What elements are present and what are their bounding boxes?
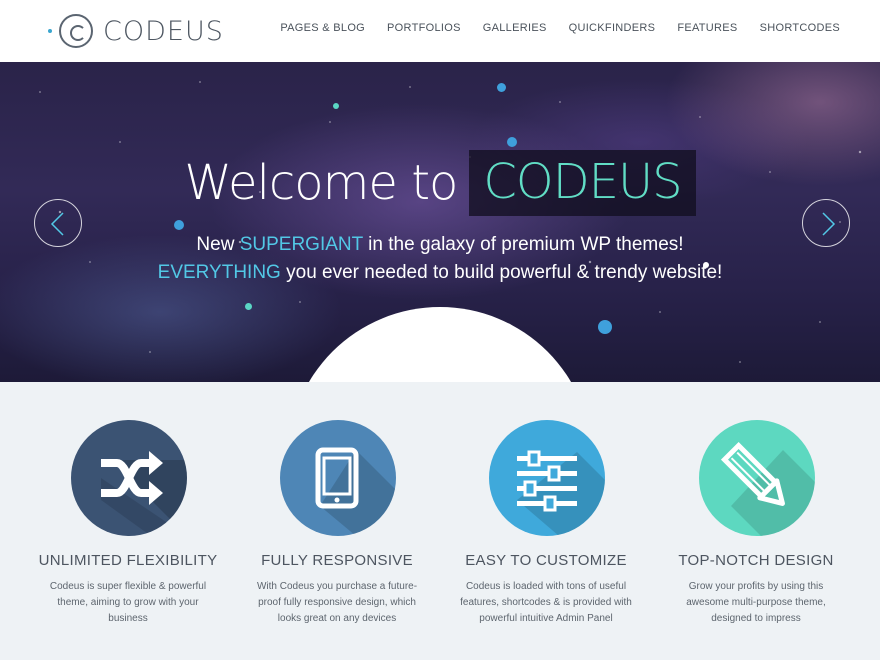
nav-item-features[interactable]: FEATURES xyxy=(677,22,737,34)
chevron-left-icon xyxy=(50,212,64,236)
feature-icon-circle xyxy=(280,420,396,536)
slider-prev-button[interactable] xyxy=(34,199,82,247)
tagline-1-post: in the galaxy of premium WP themes! xyxy=(362,234,684,255)
logo-icon xyxy=(59,14,93,48)
feature-icon-circle xyxy=(699,420,815,536)
hero-tagline-2: EVERYTHING you ever needed to build powe… xyxy=(0,262,880,284)
slider-next-button[interactable] xyxy=(802,199,850,247)
feature-icon-circle xyxy=(489,420,605,536)
feature-title: UNLIMITED FLEXIBILITY xyxy=(38,552,218,569)
decorative-orb xyxy=(174,220,184,230)
decorative-orb xyxy=(245,303,252,310)
feature-description: Grow your profits by using this awesome … xyxy=(686,581,826,624)
hero-tagline-1: New SUPERGIANT in the galaxy of premium … xyxy=(0,234,880,256)
tablet-icon xyxy=(315,447,396,536)
feature-title: TOP-NOTCH DESIGN xyxy=(678,552,834,569)
hero-welcome-text: Welcome to xyxy=(184,155,458,211)
hero-heading: Welcome to CODEUS xyxy=(0,150,880,216)
sliders-icon xyxy=(517,450,605,536)
features-section: UNLIMITED FLEXIBILITY Codeus is super fl… xyxy=(0,382,880,660)
logo[interactable]: CODEUS xyxy=(48,12,224,50)
logo-dot xyxy=(48,29,52,33)
feature-description: With Codeus you purchase a future-proof … xyxy=(256,581,418,624)
nav-item-pages-blog[interactable]: PAGES & BLOG xyxy=(280,22,365,34)
nav-item-quickfinders[interactable]: QUICKFINDERS xyxy=(569,22,656,34)
tagline-1-pre: New xyxy=(196,234,240,255)
nav-item-shortcodes[interactable]: SHORTCODES xyxy=(760,22,840,34)
decorative-orb xyxy=(507,137,517,147)
decorative-orb xyxy=(497,83,506,92)
feature-title: EASY TO CUSTOMIZE xyxy=(465,552,627,569)
decorative-orb xyxy=(333,103,339,109)
feature-description: Codeus is super flexible & powerful them… xyxy=(49,581,207,624)
nav-item-portfolios[interactable]: PORTFOLIOS xyxy=(387,22,461,34)
chevron-right-icon xyxy=(822,212,836,236)
tagline-2-highlight: EVERYTHING xyxy=(157,262,281,283)
shuffle-icon xyxy=(101,451,187,536)
tagline-1-highlight: SUPERGIANT xyxy=(239,234,363,255)
main-nav: PAGES & BLOG PORTFOLIOS GALLERIES QUICKF… xyxy=(258,22,840,34)
pencil-icon xyxy=(720,441,815,536)
logo-text: CODEUS xyxy=(103,15,224,47)
tagline-2-post: you ever needed to build powerful & tren… xyxy=(280,262,723,283)
decorative-orb xyxy=(598,320,612,334)
feature-icon-circle xyxy=(71,420,187,536)
site-header: CODEUS PAGES & BLOG PORTFOLIOS GALLERIES… xyxy=(0,0,880,62)
hero-brand-text: CODEUS xyxy=(469,150,696,216)
feature-description: Codeus is loaded with tons of useful fea… xyxy=(460,581,632,624)
nav-item-galleries[interactable]: GALLERIES xyxy=(483,22,547,34)
feature-title: FULLY RESPONSIVE xyxy=(261,552,413,569)
hero-slider: Welcome to CODEUS New SUPERGIANT in the … xyxy=(0,62,880,382)
